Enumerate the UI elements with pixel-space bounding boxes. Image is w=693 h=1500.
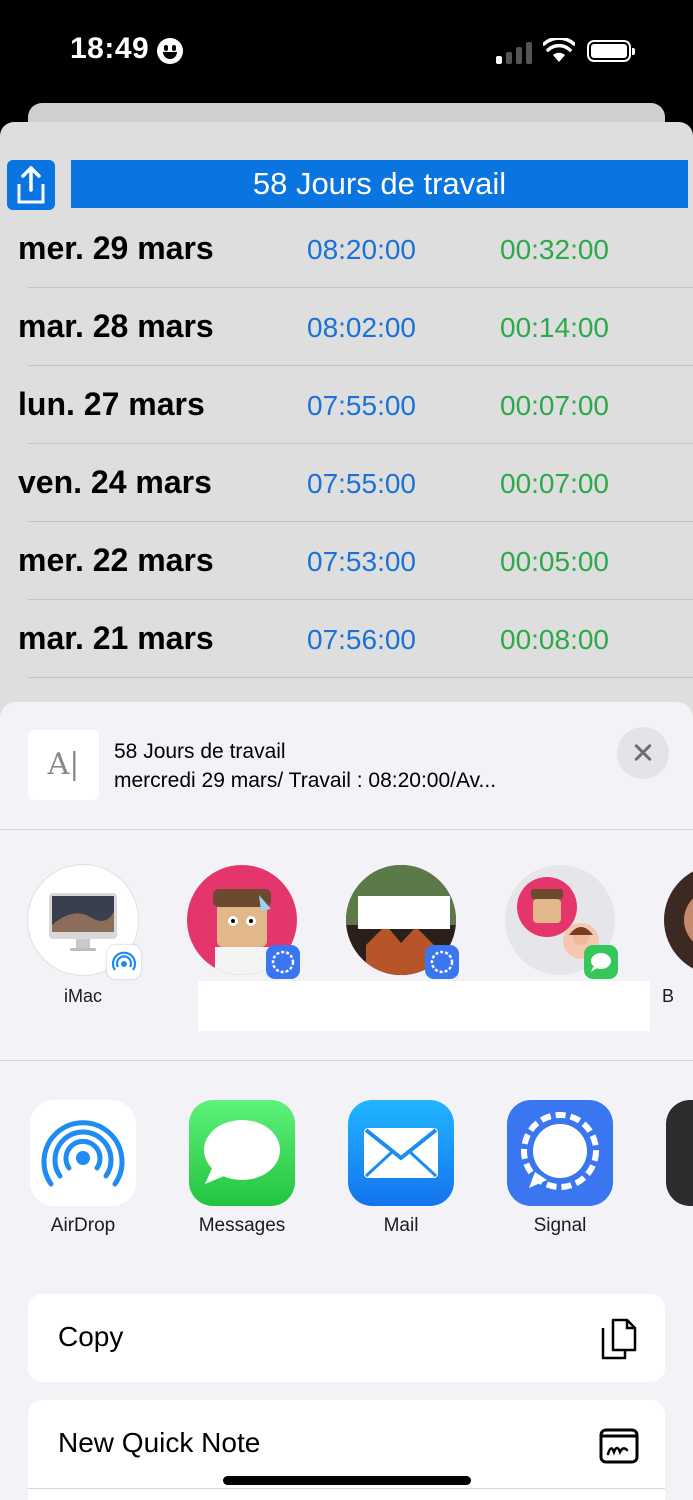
share-sheet: A| 58 Jours de travail mercredi 29 mars/… xyxy=(0,702,693,1500)
app-label: AirDrop xyxy=(50,1215,116,1236)
status-time: 18:49 xyxy=(70,32,150,65)
row-divider xyxy=(28,677,693,678)
table-row[interactable]: mar. 21 mars 07:56:00 00:08:00 xyxy=(0,600,693,678)
avatar xyxy=(684,898,693,942)
row-time-extra: 00:08:00 xyxy=(500,624,609,655)
copy-action[interactable]: Copy xyxy=(28,1294,665,1382)
row-time-extra: 00:05:00 xyxy=(500,546,609,577)
row-time-total: 07:55:00 xyxy=(307,468,416,499)
contact-avatar[interactable] xyxy=(664,865,693,975)
mail-app[interactable] xyxy=(348,1100,454,1206)
home-indicator[interactable] xyxy=(223,1476,471,1485)
preview-subtitle: mercredi 29 mars/ Travail : 08:20:00/Av.… xyxy=(114,769,497,792)
cellular-signal-icon xyxy=(496,40,532,64)
row-date: mer. 22 mars xyxy=(18,542,214,578)
row-date: mar. 21 mars xyxy=(18,620,214,656)
row-time-total: 07:55:00 xyxy=(307,390,416,421)
table-row[interactable]: mar. 28 mars 08:02:00 00:14:00 xyxy=(0,288,693,366)
divider xyxy=(0,1060,693,1061)
signal-badge-icon xyxy=(425,945,459,979)
more-app[interactable] xyxy=(666,1100,693,1206)
row-time-extra: 00:07:00 xyxy=(500,390,609,421)
table-row[interactable]: lun. 27 mars 07:55:00 00:07:00 xyxy=(0,366,693,444)
table-row[interactable]: ven. 24 mars 07:55:00 00:07:00 xyxy=(0,444,693,522)
battery-icon xyxy=(587,40,635,62)
messages-badge-icon xyxy=(584,945,618,979)
airdrop-badge-icon xyxy=(107,945,141,979)
row-date: ven. 24 mars xyxy=(18,464,212,500)
app-label: Messages xyxy=(198,1215,286,1236)
signal-badge-icon xyxy=(266,945,300,979)
page-title: 58 Jours de travail xyxy=(71,160,688,208)
row-time-total: 07:56:00 xyxy=(307,624,416,655)
redaction xyxy=(198,981,650,1031)
close-button[interactable] xyxy=(617,727,669,779)
app-sheet: 58 Jours de travail mer. 29 mars 08:20:0… xyxy=(0,122,693,742)
row-time-total: 08:02:00 xyxy=(307,312,416,343)
quick-note-action[interactable]: New Quick Note xyxy=(28,1400,665,1500)
action-label: Copy xyxy=(58,1321,124,1352)
divider xyxy=(0,829,693,830)
status-bar: 18:49 xyxy=(0,0,693,100)
signal-app[interactable] xyxy=(507,1100,613,1206)
share-icon xyxy=(17,166,45,204)
row-time-total: 07:53:00 xyxy=(307,546,416,577)
table-row[interactable]: mer. 22 mars 07:53:00 00:05:00 xyxy=(0,522,693,600)
action-label: New Quick Note xyxy=(58,1427,261,1458)
contact-label: B xyxy=(662,986,675,1006)
row-date: mar. 28 mars xyxy=(18,308,214,344)
app-label: Mail xyxy=(383,1215,419,1236)
row-date: mer. 29 mars xyxy=(18,230,214,266)
table-row[interactable]: mer. 29 mars 08:20:00 00:32:00 xyxy=(0,210,693,288)
row-time-total: 08:20:00 xyxy=(307,234,416,265)
airdrop-app[interactable] xyxy=(30,1100,136,1206)
messages-icon xyxy=(204,1120,280,1184)
mail-icon xyxy=(364,1128,438,1178)
preview-title: 58 Jours de travail xyxy=(114,740,286,763)
text-document-icon: A| xyxy=(28,730,99,800)
row-time-extra: 00:32:00 xyxy=(500,234,609,265)
row-date: lun. 27 mars xyxy=(18,386,205,422)
share-preview: A| 58 Jours de travail mercredi 29 mars/… xyxy=(0,702,693,829)
airdrop-icon xyxy=(41,1120,125,1187)
quick-note-icon xyxy=(599,1428,639,1464)
copy-icon xyxy=(601,1318,637,1360)
divider xyxy=(28,1488,665,1489)
app-label: Signal xyxy=(533,1215,587,1236)
row-time-extra: 00:07:00 xyxy=(500,468,609,499)
share-button[interactable] xyxy=(7,160,55,210)
contact-label: iMac xyxy=(63,986,102,1006)
signal-icon xyxy=(521,1112,599,1190)
smiley-icon xyxy=(157,38,183,64)
messages-app[interactable] xyxy=(189,1100,295,1206)
row-time-extra: 00:14:00 xyxy=(500,312,609,343)
wifi-icon xyxy=(543,38,575,62)
